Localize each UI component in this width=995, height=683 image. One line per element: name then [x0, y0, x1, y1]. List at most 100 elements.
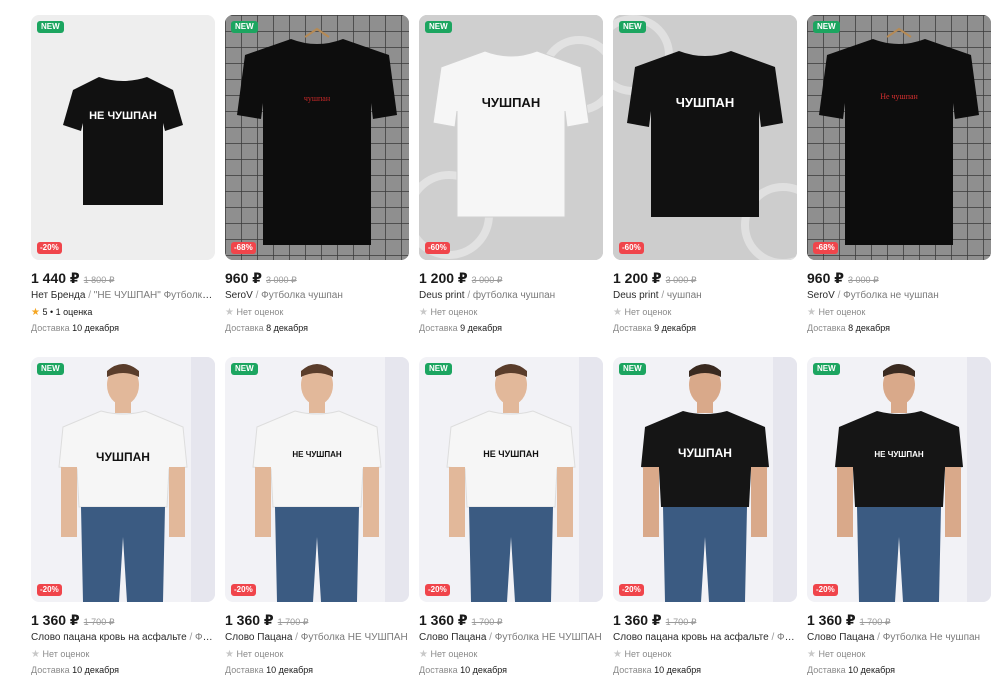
brand: Нет Бренда — [31, 290, 86, 301]
product-image[interactable]: НЕ ЧУШПАН NEW -20% — [225, 357, 409, 602]
product-card[interactable]: Не чушпан NEW -68% 960 ₽ 3 000 ₽ SeroV / … — [807, 15, 991, 333]
product-image[interactable]: ЧУШПАН NEW -60% — [419, 15, 603, 260]
rating: ★ Нет оценок — [419, 307, 478, 318]
new-badge: NEW — [37, 21, 64, 33]
rating: ★ Нет оценок — [31, 649, 90, 660]
delivery: Доставка 8 декабря — [807, 323, 891, 333]
product-title[interactable]: Слово Пацана / Футболка Не чушпан — [807, 632, 991, 646]
product-desc: Футболка Не чушпан — [882, 632, 981, 643]
star-icon: ★ — [419, 307, 428, 318]
product-card[interactable]: НЕ ЧУШПАН NEW -20% 1 360 ₽1 700 ₽ Слово … — [225, 357, 409, 675]
product-desc: Футболка НЕ ЧУШПАН — [300, 632, 408, 643]
brand: SeroV — [225, 290, 253, 301]
shirt-print: НЕ ЧУШПАН — [89, 110, 157, 122]
new-badge: NEW — [231, 363, 258, 375]
product-card[interactable]: ЧУШПАН NEW -60% 1 200 ₽3 000 ₽ Deus prin… — [419, 15, 603, 333]
delivery: Доставка 9 декабря — [419, 323, 503, 333]
discount-badge: -20% — [619, 584, 644, 596]
product-desc: чушпан — [666, 290, 702, 301]
discount-badge: -20% — [37, 242, 62, 254]
product-title[interactable]: Нет Бренда / "НЕ ЧУШПАН" Футболка Сл... — [31, 290, 215, 304]
discount-badge: -68% — [231, 242, 256, 254]
star-icon: ★ — [419, 649, 428, 660]
price: 1 200 ₽ — [419, 270, 468, 286]
shirt-print: ЧУШПАН — [96, 450, 150, 464]
shirt-print: НЕ ЧУШПАН — [292, 450, 342, 459]
product-card[interactable]: НЕ ЧУШПАН NEW -20% 1 360 ₽1 700 ₽ Слово … — [807, 357, 991, 675]
product-desc: Футболка не чушпан — [843, 290, 939, 301]
old-price: 3 000 ₽ — [471, 275, 503, 285]
delivery: Доставка 10 декабря — [613, 665, 702, 675]
product-card[interactable]: ЧУШПАН NEW -20% 1 360 ₽1 700 ₽ Слово пац… — [613, 357, 797, 675]
star-icon: ★ — [807, 649, 816, 660]
product-title[interactable]: Слово пацана кровь на асфальте / Футбо..… — [613, 632, 797, 646]
product-title[interactable]: SeroV / Футболка не чушпан — [807, 290, 991, 304]
new-badge: NEW — [813, 363, 840, 375]
rating: ★ Нет оценок — [419, 649, 478, 660]
product-image[interactable]: Не чушпан NEW -68% — [807, 15, 991, 260]
product-desc: Футбо... — [777, 632, 797, 643]
star-icon: ★ — [613, 307, 622, 318]
star-icon: ★ — [225, 307, 234, 318]
price: 1 360 ₽ — [613, 612, 662, 628]
product-image[interactable]: чушпан NEW -68% — [225, 15, 409, 260]
star-icon: ★ — [31, 307, 40, 318]
shirt-print: ЧУШПАН — [482, 95, 540, 110]
old-price: 1 700 ₽ — [83, 617, 115, 627]
shirt-print: Не чушпан — [880, 92, 918, 101]
product-image[interactable]: НЕ ЧУШПАН NEW -20% — [31, 15, 215, 260]
product-card[interactable]: ЧУШПАН NEW -60% 1 200 ₽3 000 ₽ Deus prin… — [613, 15, 797, 333]
discount-badge: -20% — [813, 584, 838, 596]
product-card[interactable]: чушпан NEW -68% 960 ₽ 3 000 ₽ SeroV / Фут… — [225, 15, 409, 333]
product-title[interactable]: Слово Пацана / Футболка НЕ ЧУШПАН — [419, 632, 603, 646]
new-badge: NEW — [231, 21, 258, 33]
price: 1 440 ₽ — [31, 270, 80, 286]
new-badge: NEW — [37, 363, 64, 375]
product-image[interactable]: НЕ ЧУШПАН NEW -20% — [419, 357, 603, 602]
product-desc: Футболка чушпан — [261, 290, 343, 301]
discount-badge: -68% — [813, 242, 838, 254]
new-badge: NEW — [425, 21, 452, 33]
delivery: Доставка 9 декабря — [613, 323, 697, 333]
rating: ★ Нет оценок — [807, 649, 866, 660]
product-card[interactable]: НЕ ЧУШПАН NEW -20% 1 440 ₽1 800 ₽ Нет Бр… — [31, 15, 215, 333]
product-image[interactable]: ЧУШПАН NEW -60% — [613, 15, 797, 260]
brand: Слово Пацана — [807, 632, 875, 643]
rating: ★ Нет оценок — [225, 307, 284, 318]
new-badge: NEW — [425, 363, 452, 375]
product-title[interactable]: Deus print / футболка чушпан — [419, 290, 603, 304]
rating: ★ Нет оценок — [807, 307, 866, 318]
brand: Deus print — [419, 290, 465, 301]
price: 1 360 ₽ — [225, 612, 274, 628]
discount-badge: -20% — [231, 584, 256, 596]
brand: Слово Пацана — [225, 632, 293, 643]
product-title[interactable]: Слово пацана кровь на асфальте / Футболк… — [31, 632, 215, 646]
star-icon: ★ — [225, 649, 234, 660]
brand: Deus print — [613, 290, 659, 301]
product-desc: Футболка НЕ ЧУШПАН — [494, 632, 602, 643]
price: 960 ₽ — [807, 270, 844, 286]
delivery: Доставка 10 декабря — [225, 665, 314, 675]
price: 1 360 ₽ — [807, 612, 856, 628]
new-badge: NEW — [619, 21, 646, 33]
product-title[interactable]: Deus print / чушпан — [613, 290, 797, 304]
product-card[interactable]: НЕ ЧУШПАН NEW -20% 1 360 ₽1 700 ₽ Слово … — [419, 357, 603, 675]
rating: ★ Нет оценок — [613, 649, 672, 660]
old-price: 3 000 ₽ — [848, 275, 879, 285]
old-price: 1 700 ₽ — [471, 617, 503, 627]
product-title[interactable]: Слово Пацана / Футболка НЕ ЧУШПАН — [225, 632, 409, 646]
product-image[interactable]: ЧУШПАН NEW -20% — [613, 357, 797, 602]
rating: ★ 5 • 1 оценка — [31, 307, 93, 318]
discount-badge: -20% — [425, 584, 450, 596]
product-card[interactable]: ЧУШПАН NEW -20% 1 360 ₽1 700 ₽ Слово пац… — [31, 357, 215, 675]
brand: Слово Пацана — [419, 632, 487, 643]
delivery: Доставка 10 декабря — [807, 665, 896, 675]
old-price: 1 800 ₽ — [83, 275, 115, 285]
product-title[interactable]: SeroV / Футболка чушпан — [225, 290, 409, 304]
delivery: Доставка 10 декабря — [31, 665, 120, 675]
rating: ★ Нет оценок — [225, 649, 284, 660]
product-image[interactable]: ЧУШПАН NEW -20% — [31, 357, 215, 602]
shirt-print: НЕ ЧУШПАН — [874, 450, 924, 459]
price: 1 200 ₽ — [613, 270, 662, 286]
product-image[interactable]: НЕ ЧУШПАН NEW -20% — [807, 357, 991, 602]
